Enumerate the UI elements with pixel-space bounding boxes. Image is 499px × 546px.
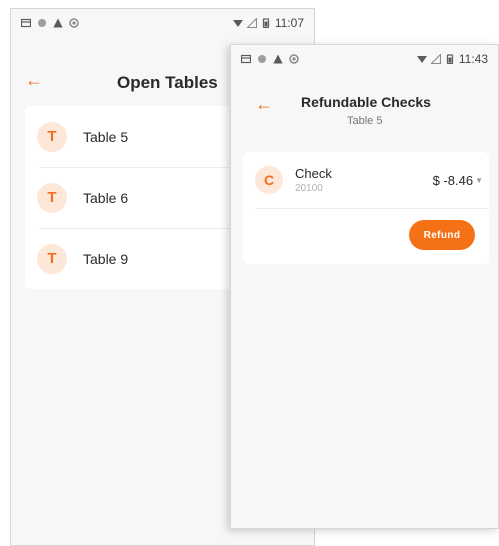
back-arrow-icon[interactable]: ← [255, 95, 273, 113]
notification-icon [241, 54, 251, 64]
status-time: 11:07 [274, 16, 304, 30]
avatar: C [255, 166, 283, 194]
check-name: Check [295, 166, 332, 181]
divider [255, 208, 489, 209]
wifi-icon [416, 54, 427, 64]
refundable-checks-screen: 11:43 ← Refundable Checks Table 5 C Chec… [230, 44, 499, 529]
page-title: Refundable Checks [301, 94, 431, 110]
check-amount: $ -8.46 [432, 172, 474, 188]
notification-icon [21, 18, 31, 28]
refund-button[interactable]: Refund [409, 220, 475, 250]
page-subtitle: Table 5 [347, 115, 383, 127]
avatar: T [37, 182, 67, 213]
warning-icon [53, 18, 63, 28]
header: ← Refundable Checks Table 5 [231, 91, 498, 133]
sync-icon [289, 54, 299, 64]
chevron-down-icon: ▼ [475, 176, 483, 185]
status-time: 11:43 [458, 52, 488, 66]
status-bar: 11:43 [231, 45, 498, 73]
wifi-icon [232, 18, 243, 28]
check-number: 20100 [295, 183, 323, 194]
check-text: Check 20100 [295, 166, 332, 194]
status-bar: 11:07 [11, 9, 314, 37]
check-card: C Check 20100 $ -8.46 ▼ Refund [243, 152, 489, 264]
sync-icon [69, 18, 79, 28]
battery-icon [261, 18, 271, 28]
back-arrow-icon[interactable]: ← [25, 71, 43, 89]
battery-icon [445, 54, 455, 64]
circle-icon [257, 54, 267, 64]
avatar: T [37, 243, 67, 274]
page-title: Open Tables [117, 73, 218, 92]
signal-icon [246, 18, 257, 28]
table-label: Table 5 [83, 128, 129, 145]
table-label: Table 9 [83, 250, 129, 267]
circle-icon [37, 18, 47, 28]
check-row[interactable]: C Check 20100 $ -8.46 ▼ [243, 152, 489, 208]
avatar: T [37, 121, 67, 152]
warning-icon [273, 54, 283, 64]
amount-dropdown[interactable]: $ -8.46 ▼ [433, 173, 483, 188]
table-label: Table 6 [83, 189, 129, 206]
signal-icon [430, 54, 441, 64]
